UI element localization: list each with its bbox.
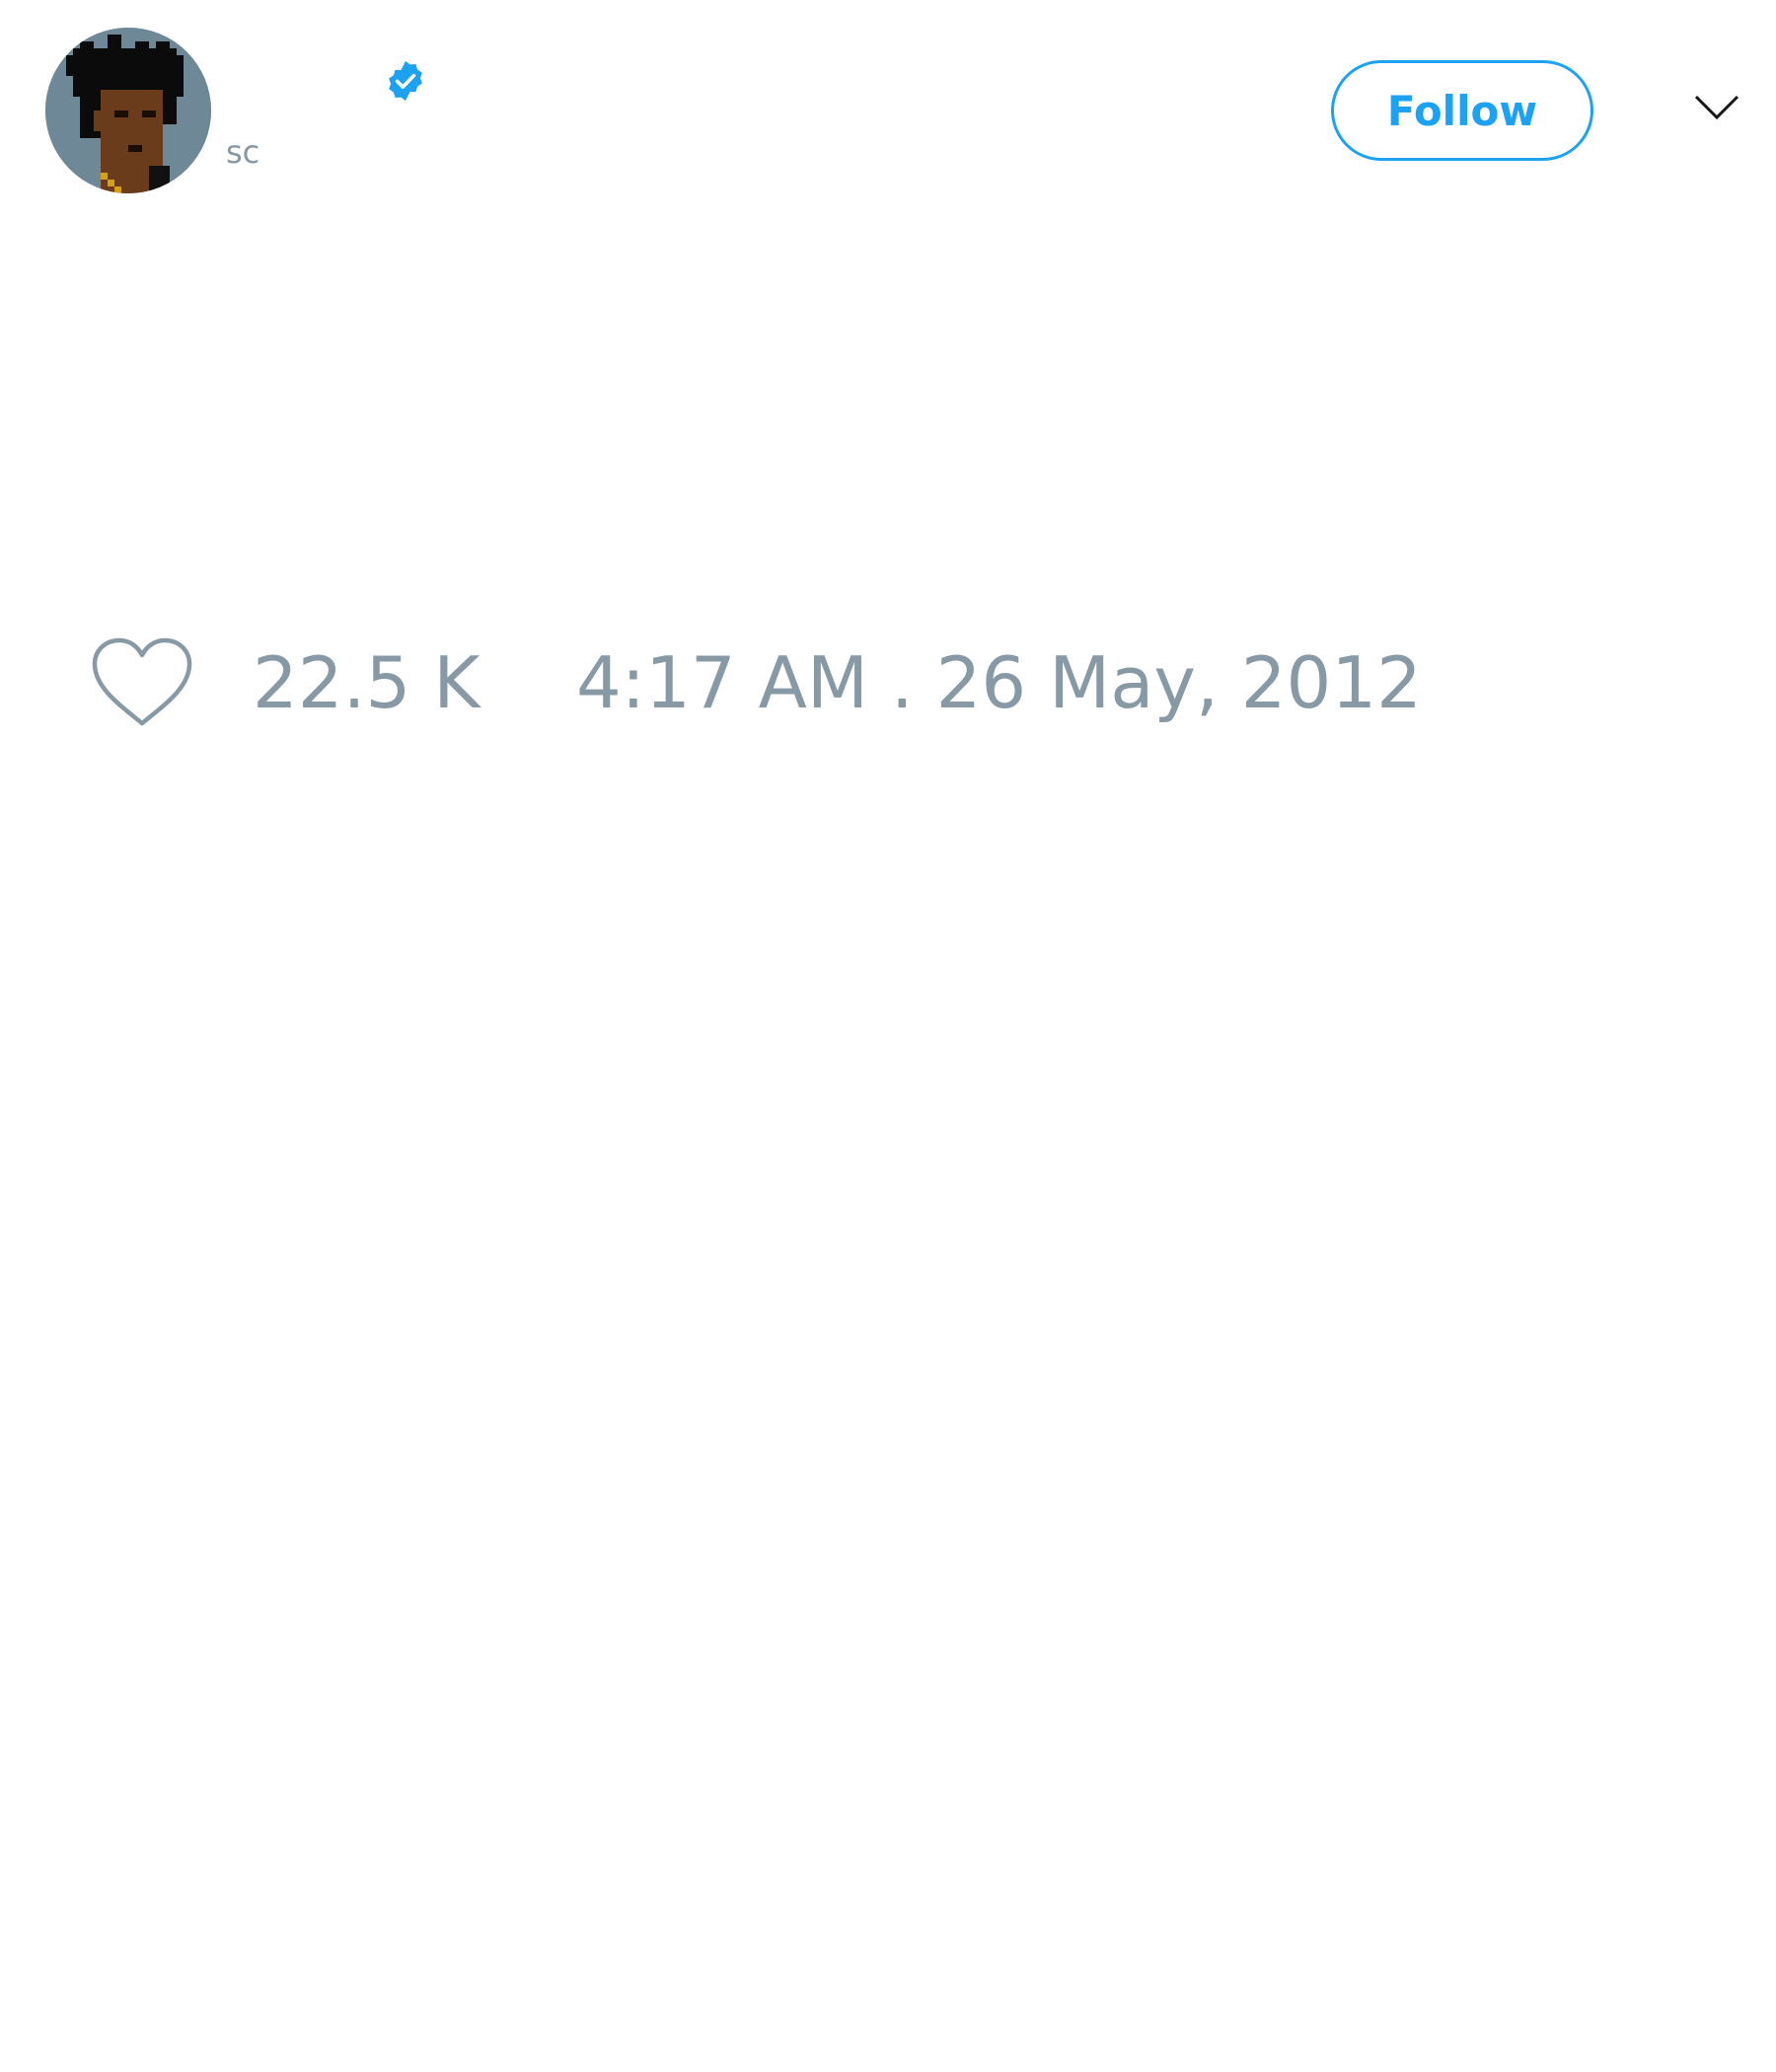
tweet-timestamp[interactable]: 4:17 AM . 26 May, 2012: [576, 639, 1422, 726]
avatar-image: [45, 28, 211, 193]
avatar[interactable]: [45, 28, 211, 193]
like-count: 22.5 K: [253, 641, 481, 724]
chevron-down-icon[interactable]: [1693, 93, 1740, 122]
heart-outline-icon[interactable]: [89, 636, 195, 729]
follow-button[interactable]: Follow: [1331, 60, 1593, 161]
verified-badge-icon: [383, 58, 428, 104]
author-handle[interactable]: sc: [226, 132, 259, 172]
